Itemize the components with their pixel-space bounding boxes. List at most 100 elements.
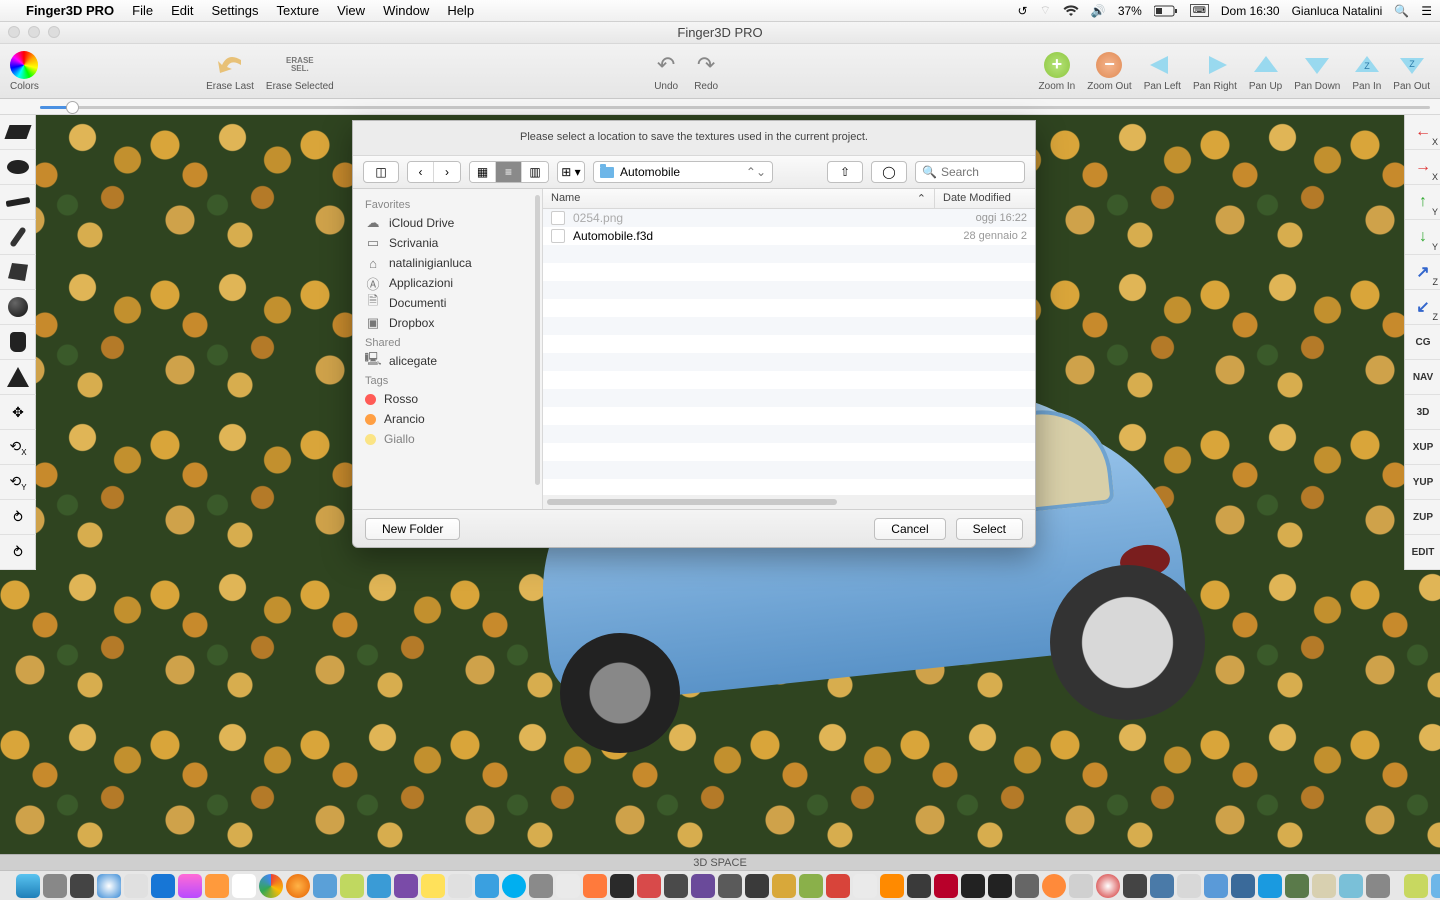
icon-view-button[interactable]: ▦ (470, 162, 496, 182)
wifi-icon[interactable] (1063, 5, 1079, 17)
dock-app-5[interactable] (421, 874, 445, 898)
minimize-icon[interactable] (28, 26, 40, 38)
menu-window[interactable]: Window (383, 3, 429, 18)
tool-polygon[interactable] (0, 255, 36, 290)
dock-launchpad[interactable] (43, 874, 67, 898)
sidebar-dropbox[interactable]: ▣Dropbox (353, 313, 542, 333)
column-view-button[interactable]: ▥ (522, 162, 548, 182)
dock-app-3[interactable] (367, 874, 391, 898)
tool-cylinder[interactable] (0, 325, 36, 360)
tool-rotate-y[interactable]: ⟲Y (0, 465, 36, 500)
dock-app-2[interactable] (340, 874, 364, 898)
dock-app-16[interactable] (745, 874, 769, 898)
dock-app-25[interactable] (1123, 874, 1147, 898)
dock-safari[interactable] (97, 874, 121, 898)
sidebar-applications[interactable]: ⒶApplicazioni (353, 273, 542, 293)
share-button[interactable]: ⇧ (827, 161, 863, 183)
search-input[interactable] (941, 165, 1018, 179)
dock-app-19[interactable] (853, 874, 877, 898)
dock-app-10[interactable] (583, 874, 607, 898)
file-row[interactable]: Automobile.f3d28 gennaio 2 (543, 227, 1035, 245)
dock-app-14[interactable] (691, 874, 715, 898)
list-view-button[interactable]: ≡ (496, 162, 522, 182)
zoom-slider[interactable] (0, 99, 1440, 115)
tool-rotate-z[interactable]: ⥁ (0, 500, 36, 535)
dock-vlc[interactable] (880, 874, 904, 898)
cancel-button[interactable]: Cancel (874, 518, 945, 540)
dock-app-4[interactable] (394, 874, 418, 898)
dock-app-27[interactable] (1177, 874, 1201, 898)
pan-in-button[interactable]: ZPan In (1348, 49, 1385, 94)
dock-downloads[interactable] (1404, 874, 1428, 898)
dock-app-22[interactable] (1015, 874, 1039, 898)
spotlight-icon[interactable]: 🔍 (1394, 4, 1409, 18)
dock-app-15[interactable] (718, 874, 742, 898)
dock-filezilla[interactable] (934, 874, 958, 898)
dock-xcode[interactable] (1258, 874, 1282, 898)
dock-appstore[interactable] (151, 874, 175, 898)
axis-pos-x[interactable]: →X (1405, 150, 1440, 185)
horizontal-scrollbar[interactable] (543, 495, 1035, 509)
zoom-window-icon[interactable] (48, 26, 60, 38)
axis-neg-y[interactable]: ↑Y (1405, 185, 1440, 220)
dock-app-6[interactable] (448, 874, 472, 898)
file-row[interactable]: 0254.pngoggi 16:22 (543, 209, 1035, 227)
menu-view[interactable]: View (337, 3, 365, 18)
view-zup[interactable]: ZUP (1405, 500, 1440, 535)
dock-app-28[interactable] (1204, 874, 1228, 898)
search-field[interactable]: 🔍 (915, 161, 1025, 183)
dock-blender[interactable] (1042, 874, 1066, 898)
dock-folder-1[interactable] (1431, 874, 1440, 898)
tool-ellipse[interactable] (0, 150, 36, 185)
dock-app-21[interactable] (988, 874, 1012, 898)
pan-right-button[interactable]: Pan Right (1189, 49, 1241, 94)
redo-button[interactable]: ↷ Redo (688, 49, 724, 94)
dock-app-30[interactable] (1285, 874, 1309, 898)
tag-rosso[interactable]: Rosso (353, 389, 542, 409)
dock-app-26[interactable] (1150, 874, 1174, 898)
axis-neg-z[interactable]: ↗Z (1405, 255, 1440, 290)
dock-app-31[interactable] (1312, 874, 1336, 898)
menu-help[interactable]: Help (447, 3, 474, 18)
bluetooth-icon[interactable]: ⌔ (1040, 3, 1051, 18)
tool-sphere[interactable] (0, 290, 36, 325)
close-icon[interactable] (8, 26, 20, 38)
tool-rod[interactable] (0, 220, 36, 255)
tool-slab[interactable] (0, 185, 36, 220)
pan-left-button[interactable]: Pan Left (1140, 49, 1185, 94)
dock-app-20[interactable] (907, 874, 931, 898)
keyboard-layout-icon[interactable]: ⌨︎ (1190, 4, 1209, 17)
dock-app-29[interactable] (1231, 874, 1255, 898)
tag-giallo[interactable]: Giallo (353, 429, 542, 449)
pan-out-button[interactable]: ZPan Out (1389, 49, 1434, 94)
menu-settings[interactable]: Settings (211, 3, 258, 18)
dock-photos[interactable] (232, 874, 256, 898)
tool-rotate-x[interactable]: ⟲X (0, 430, 36, 465)
dock-mail[interactable] (124, 874, 148, 898)
axis-neg-x[interactable]: ←X (1405, 115, 1440, 150)
tool-rotate-free[interactable]: ⥁ (0, 535, 36, 570)
battery-icon[interactable] (1154, 5, 1178, 17)
dock-app-17[interactable] (772, 874, 796, 898)
sidebar-desktop[interactable]: ▭Scrivania (353, 233, 542, 253)
dock-app-7[interactable] (475, 874, 499, 898)
menubar-user[interactable]: Gianluca Natalini (1292, 4, 1383, 18)
sidebar-alicegate[interactable]: 🖳alicegate (353, 351, 542, 371)
dock-ibooks[interactable] (205, 874, 229, 898)
sidebar-documents[interactable]: 🗎Documenti (353, 293, 542, 313)
tool-cone[interactable] (0, 360, 36, 395)
tag-arancio[interactable]: Arancio (353, 409, 542, 429)
menu-texture[interactable]: Texture (276, 3, 319, 18)
menubar-datetime[interactable]: Dom 16:30 (1221, 4, 1280, 18)
notification-center-icon[interactable]: ☰ (1421, 4, 1432, 18)
window-traffic-lights[interactable] (8, 26, 60, 38)
view-3d[interactable]: 3D (1405, 395, 1440, 430)
dock-app-8[interactable] (529, 874, 553, 898)
menubar-app-name[interactable]: Finger3D PRO (26, 3, 114, 18)
dock-dashboard[interactable] (70, 874, 94, 898)
dock-app-24[interactable] (1096, 874, 1120, 898)
view-cg[interactable]: CG (1405, 325, 1440, 360)
view-yup[interactable]: YUP (1405, 465, 1440, 500)
dock-app-11[interactable] (610, 874, 634, 898)
pan-down-button[interactable]: Pan Down (1290, 49, 1344, 94)
